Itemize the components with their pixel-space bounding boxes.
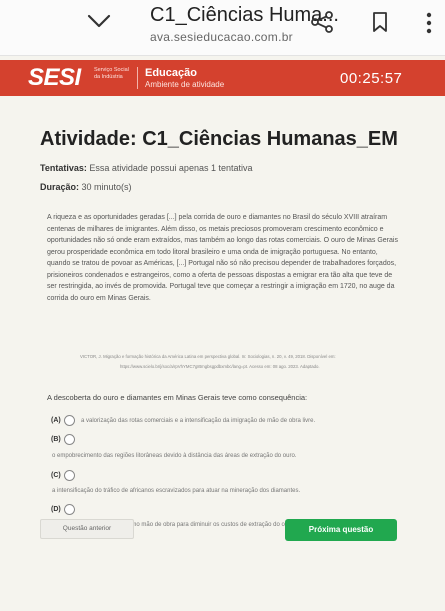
question-prompt: A descoberta do ouro e diamantes em Mina… xyxy=(47,393,308,402)
chevron-down-icon[interactable] xyxy=(86,10,112,32)
option-c-radio[interactable] xyxy=(64,470,75,481)
bookmark-icon[interactable] xyxy=(372,12,388,32)
browser-url[interactable]: ava.sesieducacao.com.br xyxy=(150,30,293,44)
activity-content: Atividade: C1_Ciências Humanas_EM Tentat… xyxy=(0,96,445,611)
attempts-label: Tentativas: xyxy=(40,163,87,173)
option-a-label: (A) xyxy=(51,417,61,424)
browser-toolbar: C1_Ciências Huma... ava.sesieducacao.com… xyxy=(0,0,445,56)
option-a-text[interactable]: a valorização das rotas comerciais e a i… xyxy=(81,418,315,424)
option-c-label: (C) xyxy=(51,472,61,479)
page-title: Atividade: C1_Ciências Humanas_EM xyxy=(40,128,398,150)
sesi-banner: SESI Serviço Social da Indústria Educaçã… xyxy=(0,60,445,96)
option-c-text[interactable]: a intensificação do tráfico de africanos… xyxy=(52,488,300,494)
banner-divider xyxy=(137,67,138,89)
option-b-radio[interactable] xyxy=(64,434,75,445)
sesi-logo: SESI xyxy=(28,64,81,91)
more-vertical-icon[interactable] xyxy=(426,12,432,34)
next-question-button[interactable]: Próxima questão xyxy=(285,519,397,541)
share-icon[interactable] xyxy=(310,10,334,34)
option-d-label: (D) xyxy=(51,506,61,513)
duration-info: Duração: 30 minuto(s) xyxy=(40,182,132,192)
attempts-value: Essa atividade possui apenas 1 tentativa xyxy=(89,163,253,173)
passage-citation: VICTOR, J. Migração e formação histórica… xyxy=(80,352,410,372)
question-passage: A riqueza e as oportunidades geradas [..… xyxy=(47,214,398,302)
option-b-text[interactable]: o empobrecimento das regiões litorâneas … xyxy=(52,453,296,459)
sesi-service-text: Serviço Social da Indústria xyxy=(94,67,129,80)
environment-label: Ambiente de atividade xyxy=(145,80,225,89)
option-a-radio[interactable] xyxy=(64,415,75,426)
attempts-info: Tentativas: Essa atividade possui apenas… xyxy=(40,163,252,173)
duration-value: 30 minuto(s) xyxy=(81,182,132,192)
course-name: Educação xyxy=(145,67,197,79)
citation-line-2: https://www.scielo.br/j/soc/a/rpVhYMC7g8… xyxy=(120,364,320,369)
option-b-label: (B) xyxy=(51,436,61,443)
option-d-radio[interactable] xyxy=(64,504,75,515)
previous-question-button[interactable]: Questão anterior xyxy=(40,519,134,539)
countdown-timer: 00:25:57 xyxy=(340,70,403,87)
duration-label: Duração: xyxy=(40,182,80,192)
citation-line-1: VICTOR, J. Migração e formação histórica… xyxy=(80,354,336,359)
